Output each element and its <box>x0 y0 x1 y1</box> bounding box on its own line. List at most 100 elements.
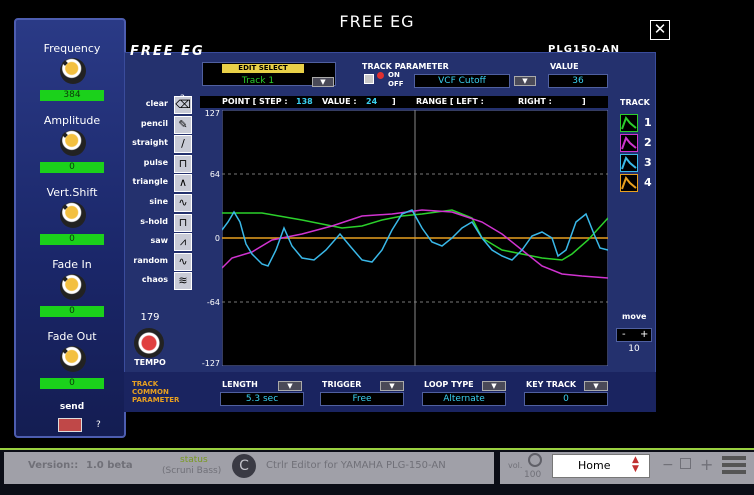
send-button[interactable] <box>58 418 82 432</box>
edit-select-dropdown-icon[interactable]: ▼ <box>312 77 334 87</box>
tool-sine[interactable]: sine ∿ <box>128 194 198 212</box>
tempo-value: 179 <box>140 312 160 323</box>
tool-label: sine <box>149 197 168 206</box>
tool-saw[interactable]: saw ⩘ <box>128 233 198 252</box>
track-parameter-checkbox[interactable] <box>364 74 374 84</box>
add-icon[interactable]: + <box>700 455 713 474</box>
track-2-icon <box>620 134 638 152</box>
s-hold-icon[interactable]: ⊓ <box>174 213 192 232</box>
send-label: send <box>59 402 85 412</box>
tool-s-hold[interactable]: s-hold ⊓ <box>128 213 198 232</box>
volume-knob[interactable] <box>528 453 542 467</box>
version-label: Version:: <box>28 460 79 471</box>
point-value-label: VALUE : <box>322 97 357 106</box>
track-4-icon <box>620 174 638 192</box>
fade-in-knob[interactable] <box>60 274 86 300</box>
tool-chaos[interactable]: chaos ≋ <box>128 272 198 291</box>
value-label: VALUE <box>550 62 579 71</box>
tool-triangle[interactable]: triangle ∧ <box>128 174 198 193</box>
tool-pulse[interactable]: pulse ⊓ <box>128 154 198 173</box>
minimize-icon[interactable]: − <box>662 457 674 473</box>
help-icon[interactable]: ? <box>96 420 101 430</box>
tool-pencil[interactable]: pencil ✎ <box>128 115 198 134</box>
status-value: (Scruni Bass) <box>162 466 222 476</box>
trigger-value[interactable]: Free <box>320 392 404 406</box>
move-label: move <box>622 312 647 321</box>
straight-icon[interactable]: / <box>174 135 192 154</box>
track-number: 4 <box>644 176 652 189</box>
frequency-value: 384 <box>40 90 104 101</box>
sine-icon[interactable]: ∿ <box>174 194 192 212</box>
range-close-bracket: ] <box>582 97 586 106</box>
tool-label: s-hold <box>140 216 168 226</box>
trigger-label: TRIGGER <box>322 380 362 389</box>
pencil-icon[interactable]: ✎ <box>174 115 192 134</box>
track-parameter-dropdown-icon[interactable]: ▼ <box>514 76 536 86</box>
restore-icon[interactable] <box>680 458 691 469</box>
status-label: status <box>180 455 208 465</box>
key-track-dropdown-icon[interactable]: ▼ <box>584 381 608 391</box>
key-track-value[interactable]: 0 <box>524 392 608 406</box>
menu-icon[interactable] <box>722 454 746 478</box>
step-value: 138 <box>296 97 313 106</box>
lfo-sidebar: Frequency 384 Amplitude 0 Vert.Shift 0 F… <box>14 18 126 438</box>
track-1-icon <box>620 114 638 132</box>
track-2-selector[interactable]: 2 <box>620 134 656 152</box>
track-1-selector[interactable]: 1 <box>620 114 656 132</box>
track-parameter-value[interactable]: VCF Cutoff <box>414 74 510 88</box>
move-minus-button[interactable]: - <box>622 329 626 340</box>
tempo-knob[interactable] <box>134 328 164 358</box>
plg-logo: PLG150-AN <box>548 44 621 55</box>
track-3-icon <box>620 154 638 172</box>
frequency-knob[interactable] <box>60 58 86 84</box>
tool-random[interactable]: random ∿ <box>128 252 198 271</box>
y-tick-64: 64 <box>209 170 220 179</box>
tool-label: clear <box>145 99 168 108</box>
track-number: 2 <box>644 136 652 149</box>
edit-select-value[interactable]: Track 1 <box>208 76 308 86</box>
amplitude-label: Amplitude <box>43 114 101 127</box>
tool-straight[interactable]: straight / <box>128 135 198 154</box>
value-field[interactable]: 36 <box>548 74 608 88</box>
loop-type-value[interactable]: Alternate <box>422 392 506 406</box>
move-plus-button[interactable]: + <box>640 329 648 340</box>
menu-bar-1 <box>722 456 746 460</box>
vert-shift-knob[interactable] <box>60 202 86 228</box>
move-value: 10 <box>628 344 640 354</box>
vert-shift-label: Vert.Shift <box>46 186 98 199</box>
free-eg-logo: FREE EG <box>130 44 205 59</box>
page-select-arrows-icon[interactable]: ▲ ▼ <box>632 456 639 474</box>
version-value: 1.0 beta <box>86 460 133 471</box>
menu-bar-2 <box>722 463 746 467</box>
tool-label: triangle <box>132 177 169 187</box>
track-number: 1 <box>644 116 652 129</box>
chaos-icon[interactable]: ≋ <box>174 272 192 291</box>
track-3-selector[interactable]: 3 <box>620 154 656 172</box>
track-4-selector[interactable]: 4 <box>620 174 656 192</box>
vol-value: 100 <box>524 470 542 480</box>
length-dropdown-icon[interactable]: ▼ <box>278 381 302 391</box>
random-icon[interactable]: ∿ <box>174 252 192 271</box>
tool-label: chaos <box>141 275 168 285</box>
pulse-icon[interactable]: ⊓ <box>174 154 192 173</box>
amplitude-value: 0 <box>40 162 104 173</box>
length-label: LENGTH <box>222 380 258 389</box>
amplitude-knob[interactable] <box>60 130 86 156</box>
close-icon[interactable]: ✕ <box>650 20 670 40</box>
ctrlr-logo-icon: C <box>232 454 256 478</box>
tool-clear[interactable]: clear ⌫ <box>128 96 198 114</box>
fade-out-knob[interactable] <box>60 346 86 372</box>
triangle-icon[interactable]: ∧ <box>174 174 192 193</box>
clear-icon[interactable]: ⌫ <box>174 96 192 114</box>
y-tick-neg127: -127 <box>201 359 220 368</box>
loop-type-dropdown-icon[interactable]: ▼ <box>482 381 506 391</box>
point-close-bracket: ] <box>392 97 396 106</box>
saw-icon[interactable]: ⩘ <box>174 233 192 252</box>
envelope-graph[interactable] <box>222 110 608 366</box>
off-label: OFF <box>388 80 404 88</box>
track-label: TRACK <box>620 98 650 107</box>
y-tick-neg64: -64 <box>206 298 220 307</box>
length-value[interactable]: 5.3 sec <box>220 392 304 406</box>
frequency-label: Frequency <box>43 42 101 55</box>
trigger-dropdown-icon[interactable]: ▼ <box>380 381 404 391</box>
